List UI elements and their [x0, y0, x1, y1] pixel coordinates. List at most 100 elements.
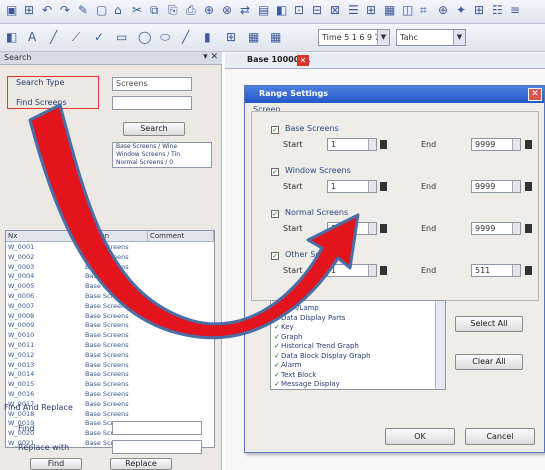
font-combo[interactable]: Time 5 1 6 9 7 ▼ — [318, 29, 390, 46]
end-spinner[interactable]: 511 — [471, 264, 521, 277]
list-item[interactable]: ✓Message Display — [274, 380, 340, 388]
check-icon[interactable]: ✓ — [274, 380, 281, 388]
toolbar-icon[interactable]: ╱ — [50, 30, 57, 44]
spin-arrows-icon[interactable] — [368, 223, 376, 234]
toolbar-icon[interactable]: ⊞ — [366, 3, 376, 17]
spin-arrows-icon[interactable] — [368, 139, 376, 150]
cancel-button[interactable]: Cancel — [465, 428, 535, 445]
spin-arrows-icon[interactable] — [512, 181, 520, 192]
toolbar-icon[interactable]: ▦ — [270, 30, 281, 44]
list-item[interactable]: ✓Historical Trend Graph — [274, 342, 359, 350]
toolbar-icon[interactable]: ☰ — [348, 3, 359, 17]
color-swatch[interactable] — [525, 224, 532, 233]
layer-list[interactable]: ✓Item/Lamp ✓Data Display Parts ✓Key ✓Graph ✓… — [270, 300, 446, 390]
toolbar-icon[interactable]: ≡ — [510, 3, 520, 17]
toolbar-icon[interactable]: ▦ — [248, 30, 259, 44]
table-row[interactable]: W_0011 Base Screens — [6, 341, 214, 351]
close-icon[interactable]: ✕ — [297, 55, 309, 66]
select-all-button[interactable]: Select All — [455, 316, 523, 332]
toolbar-icon[interactable]: ⧉ — [150, 3, 159, 17]
color-swatch[interactable] — [525, 266, 532, 275]
check-icon[interactable]: ✓ — [274, 323, 281, 331]
toolbar-icon[interactable]: ◯ — [138, 30, 151, 44]
column-header[interactable]: Screen — [83, 231, 148, 242]
toolbar-icon[interactable]: ⊞ — [474, 3, 484, 17]
ok-button[interactable]: OK — [385, 428, 455, 445]
toolbar-icon[interactable]: ⎘ — [168, 3, 178, 17]
toolbar-icon[interactable]: ⇄ — [240, 3, 250, 17]
toolbar-icon[interactable]: ⊟ — [312, 3, 322, 17]
find-screens-input[interactable] — [112, 96, 192, 110]
toolbar-icon[interactable]: ⊡ — [294, 3, 304, 17]
spin-arrows-icon[interactable] — [368, 265, 376, 276]
column-header[interactable]: Nx — [6, 231, 83, 242]
toolbar-icon[interactable]: ✦ — [456, 3, 466, 17]
section-checkbox[interactable]: ✓ — [271, 126, 279, 134]
toolbar-icon[interactable]: ◧ — [6, 30, 17, 44]
toolbar-icon[interactable]: ✎ — [78, 3, 88, 17]
toolbar-icon[interactable]: ⎙ — [186, 3, 196, 17]
table-row[interactable]: W_0005 Base Screens — [6, 282, 214, 292]
search-button[interactable]: Search — [123, 122, 185, 136]
clear-all-button[interactable]: Clear All — [455, 354, 523, 370]
close-icon[interactable]: ▾ ✕ — [203, 52, 218, 62]
dialog-title-bar[interactable]: Range Settings ✕ — [245, 86, 544, 103]
check-icon[interactable]: ✓ — [274, 352, 281, 360]
toolbar-icon[interactable]: ✓ — [94, 30, 104, 44]
section-checkbox[interactable]: ✓ — [271, 168, 279, 176]
toolbar-icon[interactable]: ↶ — [42, 3, 52, 17]
toolbar-icon[interactable]: ⌂ — [114, 3, 122, 17]
spin-arrows-icon[interactable] — [512, 139, 520, 150]
toolbar-icon[interactable]: ⊠ — [330, 3, 340, 17]
table-row[interactable]: W_0007 Base Screens — [6, 302, 214, 312]
toolbar-icon[interactable]: ▭ — [116, 30, 127, 44]
table-row[interactable]: W_0014 Base Screens — [6, 370, 214, 380]
color-swatch[interactable] — [525, 140, 532, 149]
toolbar-icon[interactable]: A — [28, 30, 36, 44]
table-row[interactable]: W_0015 Base Screens — [6, 380, 214, 390]
toolbar-icon[interactable]: ▣ — [6, 3, 17, 17]
color-swatch[interactable] — [380, 224, 387, 233]
find-input[interactable] — [112, 421, 202, 435]
list-item[interactable]: ✓Data Block Display Graph — [274, 352, 371, 360]
table-row[interactable]: W_0003 Base Screens — [6, 263, 214, 273]
list-item[interactable]: ✓Key — [274, 323, 294, 331]
toolbar-icon[interactable]: ╱ — [182, 30, 189, 44]
toolbar-icon[interactable]: ⊞ — [24, 3, 34, 17]
table-row[interactable]: W_0001 Base Screens — [6, 243, 214, 253]
toolbar-icon[interactable]: ☷ — [492, 3, 503, 17]
start-spinner[interactable]: 1 — [327, 222, 377, 235]
section-checkbox[interactable]: ✓ — [271, 210, 279, 218]
toolbar-icon[interactable]: ⊞ — [226, 30, 236, 44]
toolbar-icon[interactable]: ⊕ — [438, 3, 448, 17]
spin-arrows-icon[interactable] — [368, 181, 376, 192]
color-swatch[interactable] — [380, 182, 387, 191]
list-item[interactable]: ✓Text Block — [274, 371, 316, 379]
toolbar-icon[interactable]: ◧ — [276, 3, 287, 17]
find-next-button[interactable]: Find — [30, 458, 82, 470]
table-row[interactable]: W_0008 Base Screens — [6, 312, 214, 322]
result-table[interactable]: Nx Screen Comment W_0001 Base Screens W_00… — [5, 230, 215, 448]
list-item[interactable]: ✓Alarm — [274, 361, 302, 369]
check-icon[interactable]: ✓ — [274, 333, 281, 341]
search-type-select[interactable]: Screens — [112, 77, 192, 91]
table-row[interactable]: W_0010 Base Screens — [6, 331, 214, 341]
toolbar-icon[interactable]: ⊕ — [204, 3, 214, 17]
end-spinner[interactable]: 9999 — [471, 180, 521, 193]
toolbar-icon[interactable]: ⬭ — [160, 30, 170, 44]
color-swatch[interactable] — [525, 182, 532, 191]
replace-input[interactable] — [112, 440, 202, 454]
check-icon[interactable]: ✓ — [274, 342, 281, 350]
table-row[interactable]: W_0013 Base Screens — [6, 361, 214, 371]
toolbar-icon[interactable]: ✂ — [132, 3, 142, 17]
toolbar-icon[interactable]: ⊗ — [222, 3, 232, 17]
size-combo[interactable]: Tahc ▼ — [396, 29, 466, 46]
table-row[interactable]: W_0009 Base Screens — [6, 321, 214, 331]
table-row[interactable]: W_0016 Base Screens — [6, 390, 214, 400]
check-icon[interactable]: ✓ — [274, 314, 281, 322]
list-item[interactable]: ✓Data Display Parts — [274, 314, 345, 322]
toolbar-icon[interactable]: ⌗ — [420, 3, 427, 17]
list-item[interactable]: ✓Graph — [274, 333, 302, 341]
section-checkbox[interactable]: ✓ — [271, 252, 279, 260]
toolbar-icon[interactable]: ▮ — [204, 30, 211, 44]
